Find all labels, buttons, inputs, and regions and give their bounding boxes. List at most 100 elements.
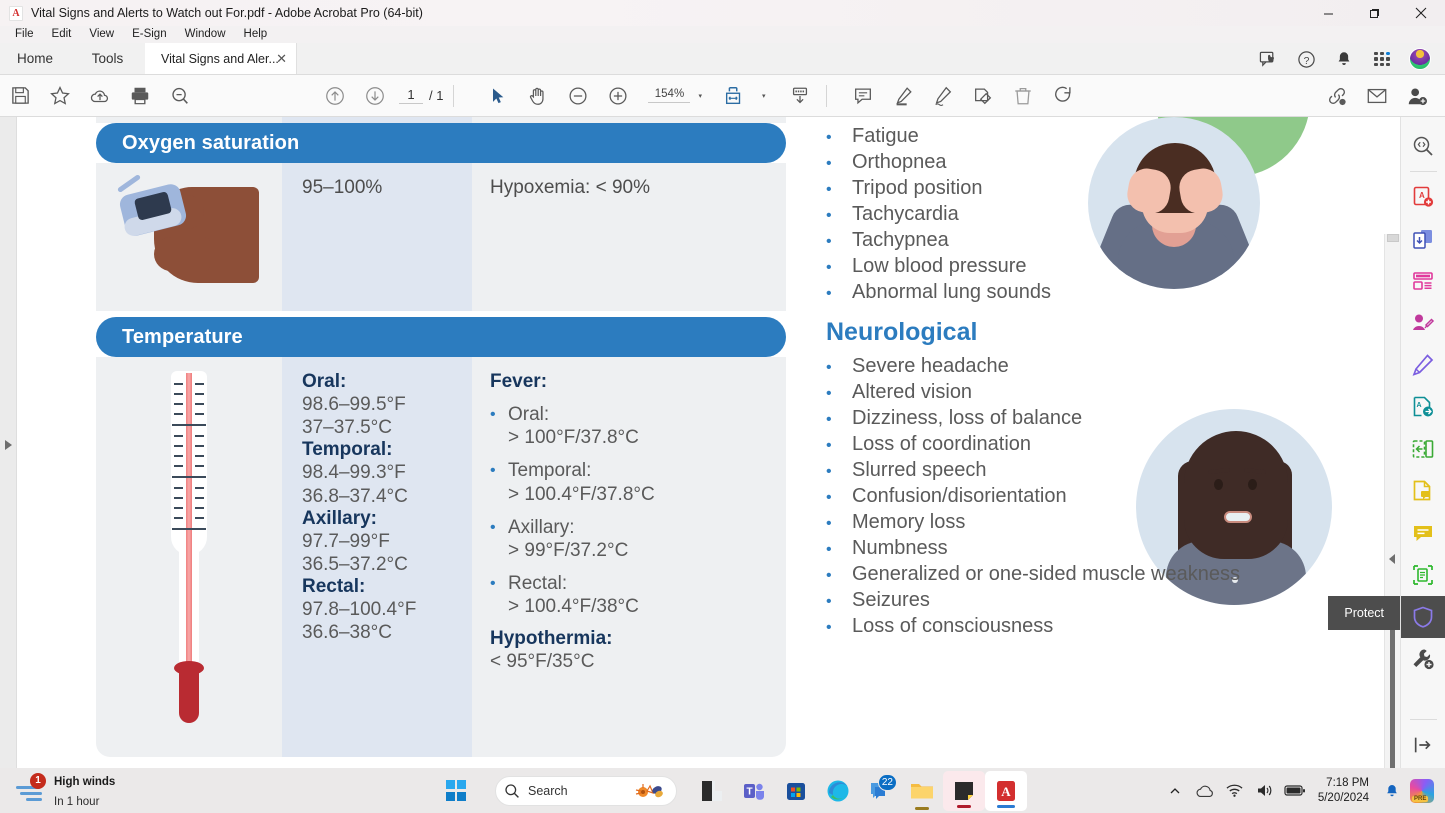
start-button[interactable] <box>435 768 477 813</box>
right-panel-collapse-button[interactable] <box>1386 549 1398 569</box>
menu-e-sign[interactable]: E-Sign <box>123 26 176 43</box>
copilot-icon[interactable] <box>1407 768 1437 813</box>
more-tools-icon[interactable] <box>1401 638 1445 680</box>
symptom-numbness: Numbness <box>852 537 948 559</box>
add-person-icon[interactable] <box>1397 75 1437 117</box>
next-page-icon[interactable] <box>355 75 395 117</box>
page-number-input[interactable]: 1 <box>399 87 423 104</box>
teams-chat-app[interactable]: 22 <box>859 768 901 813</box>
avatar[interactable] <box>1401 43 1439 75</box>
menu-window[interactable]: Window <box>176 26 235 43</box>
menu-help[interactable]: Help <box>235 26 277 43</box>
scan-and-ocr-icon[interactable] <box>1401 554 1445 596</box>
tab-close-icon[interactable]: ✕ <box>276 51 287 67</box>
menu-file[interactable]: File <box>6 26 43 43</box>
search-icon <box>505 783 519 798</box>
add-to-favorites-icon[interactable] <box>40 75 80 117</box>
minimize-button[interactable] <box>1305 0 1351 26</box>
protect-icon[interactable] <box>1400 596 1445 638</box>
svg-text:A: A <box>1419 191 1425 200</box>
previous-page-icon[interactable] <box>315 75 355 117</box>
onedrive-icon[interactable] <box>1190 768 1220 813</box>
hand-tool-icon[interactable] <box>518 75 558 117</box>
maximize-button[interactable] <box>1351 0 1397 26</box>
left-panel-expand-button[interactable] <box>0 117 17 772</box>
email-icon[interactable] <box>1357 75 1397 117</box>
pdf-page-canvas[interactable]: Oxygen saturation 95–100% Hypoxemia: < 9… <box>17 117 1380 772</box>
tab-document[interactable]: Vital Signs and Aler... ✕ <box>145 43 297 74</box>
menu-view[interactable]: View <box>80 26 123 43</box>
microsoft-teams-app[interactable]: T <box>733 768 775 813</box>
add-comment-icon[interactable] <box>843 75 883 117</box>
battery-icon[interactable] <box>1280 768 1310 813</box>
zoom-in-icon[interactable] <box>598 75 638 117</box>
app-grid-icon[interactable] <box>1363 43 1401 75</box>
weather-widget[interactable]: 1 High winds In 1 hour <box>16 771 115 811</box>
oxygen-alert: Hypoxemia: < 90% <box>472 163 786 311</box>
organize-pages-icon[interactable] <box>1401 260 1445 302</box>
scrollbar-top-cap[interactable] <box>1387 234 1399 242</box>
symptom-loss-of-consciousness: Loss of consciousness <box>852 615 1054 637</box>
create-pdf-icon[interactable]: A <box>1401 176 1445 218</box>
sticky-notes-app[interactable] <box>943 770 985 811</box>
compress-pdf-icon[interactable] <box>1401 428 1445 470</box>
highlight-icon[interactable] <box>883 75 923 117</box>
stamp-icon[interactable] <box>963 75 1003 117</box>
help-icon[interactable]: ? <box>1287 43 1325 75</box>
header-icons: ? <box>1249 43 1439 75</box>
search-input[interactable]: Search <box>495 775 677 806</box>
heading-neurological: Neurological <box>826 318 978 346</box>
symptom-low-blood-pressure: Low blood pressure <box>852 255 1027 277</box>
close-button[interactable] <box>1397 0 1445 26</box>
share-link-icon[interactable] <box>1317 75 1357 117</box>
bullet-icon: • <box>826 463 832 480</box>
page-scroll-icon[interactable] <box>780 75 820 117</box>
expand-panel-icon[interactable] <box>1401 724 1445 766</box>
zoom-out-icon[interactable] <box>558 75 598 117</box>
windows-taskbar: 1 High winds In 1 hour Search T 22 A 7:1… <box>0 768 1445 813</box>
notifications-icon[interactable] <box>1377 768 1407 813</box>
zoom-level-value[interactable]: 154% <box>648 88 691 103</box>
symptom-loss-of-coordination: Loss of coordination <box>852 433 1032 455</box>
wifi-icon[interactable] <box>1220 768 1250 813</box>
rotate-icon[interactable] <box>1043 75 1083 117</box>
oxygen-alert-value: Hypoxemia: < 90% <box>490 177 650 198</box>
find-icon[interactable] <box>160 75 200 117</box>
notifications-bell-icon[interactable] <box>1325 43 1363 75</box>
menu-edit[interactable]: Edit <box>43 26 81 43</box>
comment-icon[interactable] <box>1401 512 1445 554</box>
file-explorer-dark-app[interactable] <box>691 768 733 813</box>
adobe-acrobat-app[interactable]: A <box>985 770 1027 811</box>
fit-chevron-down-icon[interactable]: ▾ <box>762 92 766 100</box>
show-hidden-icons-button[interactable] <box>1160 768 1190 813</box>
tab-home[interactable]: Home <box>0 43 70 74</box>
temp-group-axillary: Axillary: 97.7–99°F 36.5–37.2°C <box>302 508 472 576</box>
wind-icon: 1 <box>16 772 46 804</box>
microsoft-edge-app[interactable] <box>817 768 859 813</box>
fit-page-icon[interactable] <box>714 75 754 117</box>
feedback-icon[interactable] <box>1249 43 1287 75</box>
request-e-signatures-icon[interactable] <box>1401 470 1445 512</box>
clock[interactable]: 7:18 PM 5/20/2024 <box>1318 776 1369 805</box>
volume-icon[interactable] <box>1250 768 1280 813</box>
print-icon[interactable] <box>120 75 160 117</box>
redact-icon[interactable] <box>1401 302 1445 344</box>
file-explorer-app[interactable] <box>901 768 943 813</box>
fever-axillary-value: > 99°F/37.2°C <box>508 539 629 561</box>
edit-pdf-icon[interactable] <box>1401 344 1445 386</box>
save-icon[interactable] <box>0 75 40 117</box>
zoom-control[interactable]: 154% ▾ <box>648 88 702 103</box>
tab-tools[interactable]: Tools <box>70 43 145 74</box>
select-tool-icon[interactable] <box>478 75 518 117</box>
export-pdf-icon[interactable]: A <box>1401 386 1445 428</box>
combine-files-icon[interactable] <box>1401 218 1445 260</box>
symptom-orthopnea: Orthopnea <box>852 151 947 173</box>
search-document-icon[interactable] <box>1401 125 1445 167</box>
delete-icon[interactable] <box>1003 75 1043 117</box>
upload-to-cloud-icon[interactable] <box>80 75 120 117</box>
window-title: Vital Signs and Alerts to Watch out For.… <box>31 6 423 20</box>
vertical-scrollbar[interactable] <box>1384 234 1400 813</box>
chevron-down-icon[interactable]: ▾ <box>698 92 702 100</box>
microsoft-store-app[interactable] <box>775 768 817 813</box>
draw-icon[interactable] <box>923 75 963 117</box>
